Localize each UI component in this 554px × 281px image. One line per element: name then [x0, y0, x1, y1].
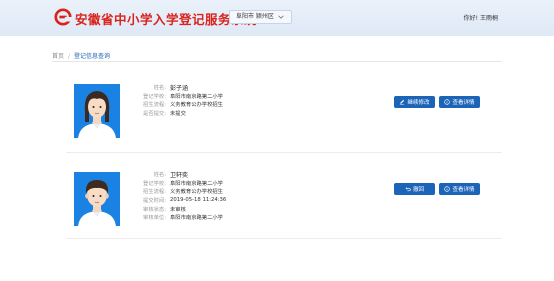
submit-time-label: 提交时间: [143, 198, 166, 205]
chevron-down-icon [278, 15, 284, 19]
continue-edit-label: 继续修改 [407, 100, 430, 106]
region-selector[interactable]: 阜阳市 颍州区 [229, 10, 292, 24]
registration-card: 姓名: 卫轩奕 登记学校: 阜阳市南京路第二小学 招生流程: 义务教育公办学校招生 提… [66, 160, 502, 239]
info-icon [444, 99, 451, 105]
name-label: 姓名: [153, 85, 166, 92]
withdraw-button[interactable]: 撤回 [394, 183, 435, 195]
girl-portrait-icon [74, 84, 120, 138]
process-value: 义务教育公办学校招生 [170, 102, 223, 109]
breadcrumb-home[interactable]: 首页 [52, 53, 64, 60]
school-label: 登记学校: [143, 93, 166, 100]
process-label: 招生流程: [143, 189, 166, 196]
school-value: 阜阳市南京路第二小学 [170, 93, 223, 100]
review-unit-value: 阜阳市南京路第二小学 [170, 215, 223, 222]
process-value: 义务教育公办学校招生 [170, 189, 223, 196]
boy-portrait-icon [74, 172, 120, 226]
name-value: 卫轩奕 [170, 171, 189, 179]
view-details-label: 查看详情 [452, 100, 475, 106]
breadcrumb-separator: / [68, 53, 71, 60]
submitted-label: 是否提交: [143, 111, 166, 118]
name-value: 彭子涵 [170, 84, 189, 92]
submitted-value: 未提交 [170, 111, 186, 118]
user-greeting[interactable]: 你好! 王雨桐 [464, 13, 498, 22]
student-photo [74, 172, 120, 226]
top-header: 安徽省中小学入学登记服务系统 阜阳市 颍州区 你好! 王雨桐 [0, 0, 554, 36]
record-info: 姓名: 卫轩奕 登记学校: 阜阳市南京路第二小学 招生流程: 义务教育公办学校招生 提… [118, 170, 226, 222]
name-label: 姓名: [153, 172, 166, 179]
record-info: 姓名: 彭子涵 登记学校: 阜阳市南京路第二小学 招生流程: 义务教育公办学校招生 是… [118, 83, 223, 117]
breadcrumb: 首页 / 登记信息查询 [52, 51, 110, 60]
process-label: 招生流程: [143, 102, 166, 109]
review-status-value: 未审核 [170, 206, 186, 213]
edit-icon [400, 99, 405, 105]
review-status-label: 审核状态: [143, 206, 166, 213]
submit-time-value: 2019-05-18 11:24:36 [170, 197, 227, 204]
system-logo-icon [54, 8, 72, 26]
breadcrumb-current: 登记信息查询 [74, 53, 111, 60]
school-value: 阜阳市南京路第二小学 [170, 180, 223, 187]
continue-edit-button[interactable]: 继续修改 [394, 96, 435, 108]
registration-card: 姓名: 彭子涵 登记学校: 阜阳市南京路第二小学 招生流程: 义务教育公办学校招生 是… [66, 73, 502, 153]
school-label: 登记学校: [143, 180, 166, 187]
undo-icon [405, 187, 411, 192]
student-photo [74, 84, 120, 138]
region-label: 阜阳市 颍州区 [236, 13, 274, 20]
view-details-button[interactable]: 查看详情 [439, 183, 480, 195]
withdraw-label: 撤回 [412, 187, 424, 193]
view-details-label: 查看详情 [452, 187, 475, 193]
view-details-button[interactable]: 查看详情 [439, 96, 480, 108]
info-icon [444, 186, 451, 192]
review-unit-label: 审核单位: [143, 215, 166, 222]
divider [52, 61, 502, 62]
